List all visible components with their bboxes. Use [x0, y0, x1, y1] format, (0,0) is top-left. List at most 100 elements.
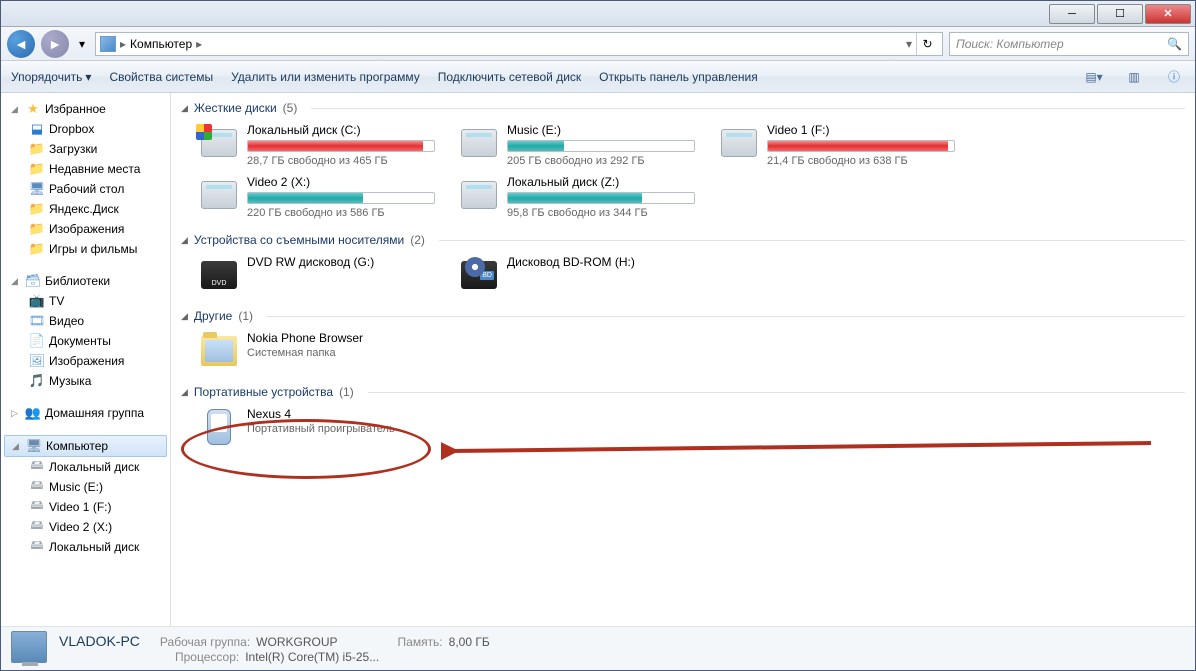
usage-bar — [507, 192, 695, 204]
usage-bar — [247, 140, 435, 152]
view-options-button[interactable]: ▤▾ — [1083, 66, 1105, 88]
chevron-down-icon: ▾ — [85, 70, 91, 84]
computer-icon — [11, 631, 47, 663]
control-panel-button[interactable]: Открыть панель управления — [599, 70, 758, 84]
sidebar-drive-x[interactable]: 🖴Video 2 (X:) — [1, 517, 170, 537]
nav-bar: ◄ ► ▾ ▸ Компьютер ▸ ▾ ↻ Поиск: Компьютер… — [1, 27, 1195, 61]
desktop-icon: 🖥 — [29, 181, 45, 197]
nexus4-tile[interactable]: Nexus 4Портативный проигрыватель — [197, 405, 437, 449]
homegroup-item[interactable]: ▷👥Домашняя группа — [1, 403, 170, 423]
sidebar-item-tv[interactable]: 📺TV — [1, 291, 170, 311]
search-placeholder: Поиск: Компьютер — [956, 37, 1064, 51]
nav-history-dropdown[interactable]: ▾ — [75, 35, 89, 53]
sidebar-item-video[interactable]: 🎞Видео — [1, 311, 170, 331]
disk-free-text: 95,8 ГБ свободно из 344 ГБ — [507, 207, 695, 219]
map-network-drive-button[interactable]: Подключить сетевой диск — [438, 70, 581, 84]
drive-icon — [721, 129, 757, 157]
disk-name: Video 2 (X:) — [247, 175, 435, 189]
sidebar-drive-e[interactable]: 🖴Music (E:) — [1, 477, 170, 497]
preview-pane-button[interactable]: ▥ — [1123, 66, 1145, 88]
nokia-browser-tile[interactable]: Nokia Phone BrowserСистемная папка — [197, 329, 437, 373]
disk-free-text: 21,4 ГБ свободно из 638 ГБ — [767, 155, 955, 167]
computer-item[interactable]: ◢🖥Компьютер — [4, 435, 167, 457]
sidebar-item-yandex[interactable]: 📁Яндекс.Диск — [1, 199, 170, 219]
uninstall-program-button[interactable]: Удалить или изменить программу — [231, 70, 420, 84]
folder-icon: 📁 — [29, 141, 45, 157]
group-hard-disks[interactable]: ◢Жесткие диски (5) — [181, 97, 1185, 119]
toolbar: Упорядочить▾ Свойства системы Удалить ил… — [1, 61, 1195, 93]
expand-icon: ▷ — [11, 408, 21, 419]
disk-free-text: 205 ГБ свободно из 292 ГБ — [507, 155, 695, 167]
disk-name: Music (E:) — [507, 123, 695, 137]
help-button[interactable]: ⓘ — [1163, 66, 1185, 88]
refresh-button[interactable]: ↻ — [916, 33, 938, 55]
computer-icon — [100, 36, 116, 52]
sidebar-item-games[interactable]: 📁Игры и фильмы — [1, 239, 170, 259]
collapse-icon: ◢ — [181, 235, 188, 246]
computer-icon: 🖥 — [26, 438, 42, 454]
back-button[interactable]: ◄ — [7, 30, 35, 58]
drive-icon: 🖴 — [29, 459, 45, 475]
bd-drive-tile[interactable]: Дисковод BD-ROM (H:) — [457, 253, 697, 297]
group-removable[interactable]: ◢Устройства со съемными носителями (2) — [181, 229, 1185, 251]
library-icon: 📄 — [29, 333, 45, 349]
breadcrumb-segment[interactable]: Компьютер — [130, 37, 192, 51]
disk-tile[interactable]: Music (E:) 205 ГБ свободно из 292 ГБ — [457, 121, 697, 169]
drive-icon — [461, 181, 497, 209]
pc-name: VLADOK-PC — [59, 633, 140, 649]
disk-tile[interactable]: Локальный диск (Z:) 95,8 ГБ свободно из … — [457, 173, 697, 221]
drive-icon — [201, 129, 237, 157]
forward-button[interactable]: ► — [41, 30, 69, 58]
drive-icon — [461, 129, 497, 157]
close-button[interactable]: ✕ — [1145, 4, 1191, 24]
search-input[interactable]: Поиск: Компьютер 🔍 — [949, 32, 1189, 56]
collapse-icon: ◢ — [11, 276, 21, 287]
usage-bar — [247, 192, 435, 204]
favorites-group[interactable]: ◢★Избранное — [1, 99, 170, 119]
library-icon: 📺 — [29, 293, 45, 309]
address-dropdown-icon[interactable]: ▾ — [906, 37, 912, 51]
folder-icon: 📁 — [29, 221, 45, 237]
disk-name: Локальный диск (C:) — [247, 123, 435, 137]
group-other[interactable]: ◢Другие (1) — [181, 305, 1185, 327]
content-pane: ◢Жесткие диски (5) Локальный диск (C:) 2… — [171, 93, 1195, 626]
system-properties-button[interactable]: Свойства системы — [109, 70, 213, 84]
disk-tile[interactable]: Video 2 (X:) 220 ГБ свободно из 586 ГБ — [197, 173, 437, 221]
sidebar-item-recent[interactable]: 📁Недавние места — [1, 159, 170, 179]
breadcrumb-sep-icon: ▸ — [196, 37, 202, 51]
sidebar-drive-z[interactable]: 🖴Локальный диск — [1, 537, 170, 557]
organize-menu[interactable]: Упорядочить▾ — [11, 70, 91, 84]
sidebar-item-downloads[interactable]: 📁Загрузки — [1, 139, 170, 159]
collapse-icon: ◢ — [181, 387, 188, 398]
sidebar-item-documents[interactable]: 📄Документы — [1, 331, 170, 351]
drive-icon: 🖴 — [29, 519, 45, 535]
usage-bar — [507, 140, 695, 152]
sidebar-drive-c[interactable]: 🖴Локальный диск — [1, 457, 170, 477]
sidebar-drive-f[interactable]: 🖴Video 1 (F:) — [1, 497, 170, 517]
drive-icon: 🖴 — [29, 479, 45, 495]
disk-tile[interactable]: Локальный диск (C:) 28,7 ГБ свободно из … — [197, 121, 437, 169]
details-pane: VLADOK-PC Рабочая группа:WORKGROUP Памят… — [1, 626, 1195, 670]
sidebar-item-dropbox[interactable]: ⬓Dropbox — [1, 119, 170, 139]
bd-icon — [461, 261, 497, 289]
minimize-button[interactable]: ─ — [1049, 4, 1095, 24]
dvd-icon: DVD — [201, 261, 237, 289]
dvd-drive-tile[interactable]: DVD DVD RW дисковод (G:) — [197, 253, 437, 297]
phone-icon — [207, 409, 231, 445]
sidebar-item-pictures[interactable]: 📁Изображения — [1, 219, 170, 239]
maximize-button[interactable]: ☐ — [1097, 4, 1143, 24]
group-portable[interactable]: ◢Портативные устройства (1) — [181, 381, 1185, 403]
library-icon: 🎵 — [29, 373, 45, 389]
dropbox-icon: ⬓ — [29, 121, 45, 137]
disk-tile[interactable]: Video 1 (F:) 21,4 ГБ свободно из 638 ГБ — [717, 121, 957, 169]
drive-icon: 🖴 — [29, 539, 45, 555]
sidebar-item-images[interactable]: 🖼Изображения — [1, 351, 170, 371]
libraries-group[interactable]: ◢🗃Библиотеки — [1, 271, 170, 291]
collapse-icon: ◢ — [12, 441, 22, 452]
sidebar-item-desktop[interactable]: 🖥Рабочий стол — [1, 179, 170, 199]
search-icon: 🔍 — [1167, 37, 1182, 51]
address-bar[interactable]: ▸ Компьютер ▸ ▾ ↻ — [95, 32, 943, 56]
sidebar-item-music[interactable]: 🎵Музыка — [1, 371, 170, 391]
breadcrumb-sep-icon: ▸ — [120, 37, 126, 51]
collapse-icon: ◢ — [11, 104, 21, 115]
